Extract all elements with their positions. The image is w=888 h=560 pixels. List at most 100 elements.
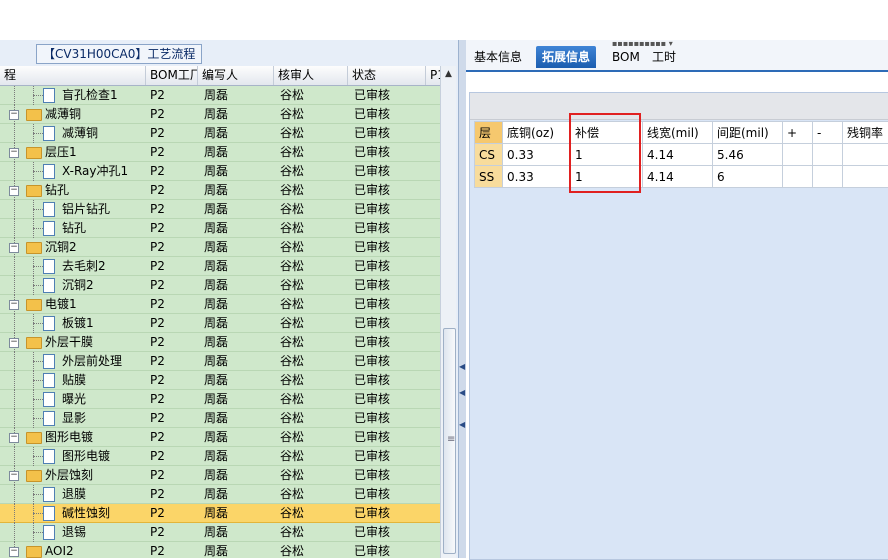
cell-spacing[interactable]: 5.46 <box>713 144 783 166</box>
tree-node[interactable]: 曝光 <box>0 390 144 409</box>
cell-plus[interactable] <box>783 144 813 166</box>
collapse-toggle-icon[interactable]: − <box>9 186 19 196</box>
tree-node[interactable]: −减薄铜 <box>0 105 144 124</box>
tree-node[interactable]: 减薄铜 <box>0 124 144 143</box>
collapse-toggle-icon[interactable]: − <box>9 243 19 253</box>
tree-node[interactable]: 显影 <box>0 409 144 428</box>
th-base-copper[interactable]: 底铜(oz) <box>503 122 571 144</box>
scrollbar-thumb[interactable]: ≡ <box>443 328 456 554</box>
col-header-p1[interactable]: P1 <box>426 66 440 85</box>
collapse-left-arrow-icon[interactable]: ◀ <box>459 362 465 371</box>
collapse-left-arrow-icon-2[interactable]: ◀ <box>459 388 465 397</box>
col-header-reviewer[interactable]: 核审人 <box>274 66 348 85</box>
table-row[interactable]: 去毛刺2P2周磊谷松已审核 <box>0 257 440 276</box>
table-row[interactable]: −图形电镀P2周磊谷松已审核 <box>0 428 440 447</box>
collapse-toggle-icon[interactable]: − <box>9 110 19 120</box>
table-row[interactable]: 板镀1P2周磊谷松已审核 <box>0 314 440 333</box>
table-row[interactable]: 减薄铜P2周磊谷松已审核 <box>0 124 440 143</box>
th-layer[interactable]: 层 <box>475 122 503 144</box>
tree-node[interactable]: −沉铜2 <box>0 238 144 257</box>
collapse-toggle-icon[interactable]: − <box>9 338 19 348</box>
tree-node[interactable]: 贴膜 <box>0 371 144 390</box>
table-row[interactable]: 钻孔P2周磊谷松已审核 <box>0 219 440 238</box>
tree-node[interactable]: 外层前处理 <box>0 352 144 371</box>
th-line-width[interactable]: 线宽(mil) <box>643 122 713 144</box>
table-row[interactable]: 曝光P2周磊谷松已审核 <box>0 390 440 409</box>
tree-node[interactable]: 钻孔 <box>0 219 144 238</box>
tree-node[interactable]: 图形电镀 <box>0 447 144 466</box>
tree-node[interactable]: −钻孔 <box>0 181 144 200</box>
tree-node[interactable]: −外层蚀刻 <box>0 466 144 485</box>
tree-node[interactable]: 去毛刺2 <box>0 257 144 276</box>
tree-node[interactable]: 碱性蚀刻 <box>0 504 144 523</box>
cell-residual-copper[interactable] <box>843 144 888 166</box>
collapse-toggle-icon[interactable]: − <box>9 300 19 310</box>
collapse-toggle-icon[interactable]: − <box>9 471 19 481</box>
scroll-up-arrow-icon[interactable]: ▲ <box>443 68 454 81</box>
cell-residual-copper[interactable] <box>843 166 888 188</box>
table-row[interactable]: 贴膜P2周磊谷松已审核 <box>0 371 440 390</box>
collapse-toggle-icon[interactable]: − <box>9 547 19 557</box>
col-header-process[interactable]: 程 <box>0 66 146 85</box>
tree-node[interactable]: 铝片钻孔 <box>0 200 144 219</box>
table-row[interactable]: 盲孔检查1P2周磊谷松已审核 <box>0 86 440 105</box>
tab-extended-info[interactable]: 拓展信息 <box>536 46 596 68</box>
tab-bom[interactable]: BOM <box>606 46 646 68</box>
tree-node[interactable]: −电镀1 <box>0 295 144 314</box>
table-row[interactable]: 沉铜2P2周磊谷松已审核 <box>0 276 440 295</box>
table-row[interactable]: −外层蚀刻P2周磊谷松已审核 <box>0 466 440 485</box>
table-row[interactable]: −AOI2P2周磊谷松已审核 <box>0 542 440 558</box>
table-row[interactable]: 退膜P2周磊谷松已审核 <box>0 485 440 504</box>
tree-node[interactable]: −外层干膜 <box>0 333 144 352</box>
table-row[interactable]: −减薄铜P2周磊谷松已审核 <box>0 105 440 124</box>
cell-minus[interactable] <box>813 144 843 166</box>
cell-layer[interactable]: SS <box>475 166 503 188</box>
tree-node[interactable]: 沉铜2 <box>0 276 144 295</box>
table-row[interactable]: 显影P2周磊谷松已审核 <box>0 409 440 428</box>
table-row[interactable]: CS 0.33 1 4.14 5.46 <box>475 144 888 166</box>
cell-layer[interactable]: CS <box>475 144 503 166</box>
cell-plus[interactable] <box>783 166 813 188</box>
table-row[interactable]: 外层前处理P2周磊谷松已审核 <box>0 352 440 371</box>
th-residual-copper[interactable]: 残铜率 <box>843 122 888 144</box>
tree-node[interactable]: 板镀1 <box>0 314 144 333</box>
th-spacing[interactable]: 间距(mil) <box>713 122 783 144</box>
cell-base-copper[interactable]: 0.33 <box>503 144 571 166</box>
cell-line-width[interactable]: 4.14 <box>643 166 713 188</box>
collapse-left-arrow-icon-3[interactable]: ◀ <box>459 420 465 429</box>
tree-node[interactable]: −层压1 <box>0 143 144 162</box>
cell-base-copper[interactable]: 0.33 <box>503 166 571 188</box>
col-header-bom-factory[interactable]: BOM工厂 <box>146 66 198 85</box>
tree-node[interactable]: 退锡 <box>0 523 144 542</box>
tree-node[interactable]: 退膜 <box>0 485 144 504</box>
table-row[interactable]: 铝片钻孔P2周磊谷松已审核 <box>0 200 440 219</box>
cell-spacing[interactable]: 6 <box>713 166 783 188</box>
table-row[interactable]: 图形电镀P2周磊谷松已审核 <box>0 447 440 466</box>
table-row[interactable]: −沉铜2P2周磊谷松已审核 <box>0 238 440 257</box>
table-row[interactable]: −钻孔P2周磊谷松已审核 <box>0 181 440 200</box>
grid-vertical-scrollbar[interactable]: ▲ ≡ <box>440 66 456 558</box>
th-minus[interactable]: - <box>813 122 843 144</box>
collapse-toggle-icon[interactable]: − <box>9 433 19 443</box>
collapse-toggle-icon[interactable]: − <box>9 148 19 158</box>
table-row[interactable]: −外层干膜P2周磊谷松已审核 <box>0 333 440 352</box>
panel-splitter[interactable]: ◀ ◀ ◀ <box>459 40 466 558</box>
tab-basic-info[interactable]: 基本信息 <box>468 46 528 68</box>
table-row[interactable]: −电镀1P2周磊谷松已审核 <box>0 295 440 314</box>
grid-rows: 盲孔检查1P2周磊谷松已审核−减薄铜P2周磊谷松已审核减薄铜P2周磊谷松已审核−… <box>0 86 440 558</box>
tree-node[interactable]: −AOI2 <box>0 542 144 558</box>
table-row[interactable]: SS 0.33 1 4.14 6 <box>475 166 888 188</box>
tree-node[interactable]: −图形电镀 <box>0 428 144 447</box>
tab-work-hours[interactable]: 工时 <box>646 46 682 68</box>
tree-node[interactable]: 盲孔检查1 <box>0 86 144 105</box>
cell-minus[interactable] <box>813 166 843 188</box>
table-row[interactable]: X-Ray冲孔1P2周磊谷松已审核 <box>0 162 440 181</box>
col-header-writer[interactable]: 编写人 <box>198 66 274 85</box>
tree-node[interactable]: X-Ray冲孔1 <box>0 162 144 181</box>
table-row[interactable]: −层压1P2周磊谷松已审核 <box>0 143 440 162</box>
table-row[interactable]: 碱性蚀刻P2周磊谷松已审核 <box>0 504 440 523</box>
th-plus[interactable]: + <box>783 122 813 144</box>
col-header-status[interactable]: 状态 <box>348 66 426 85</box>
table-row[interactable]: 退锡P2周磊谷松已审核 <box>0 523 440 542</box>
cell-line-width[interactable]: 4.14 <box>643 144 713 166</box>
